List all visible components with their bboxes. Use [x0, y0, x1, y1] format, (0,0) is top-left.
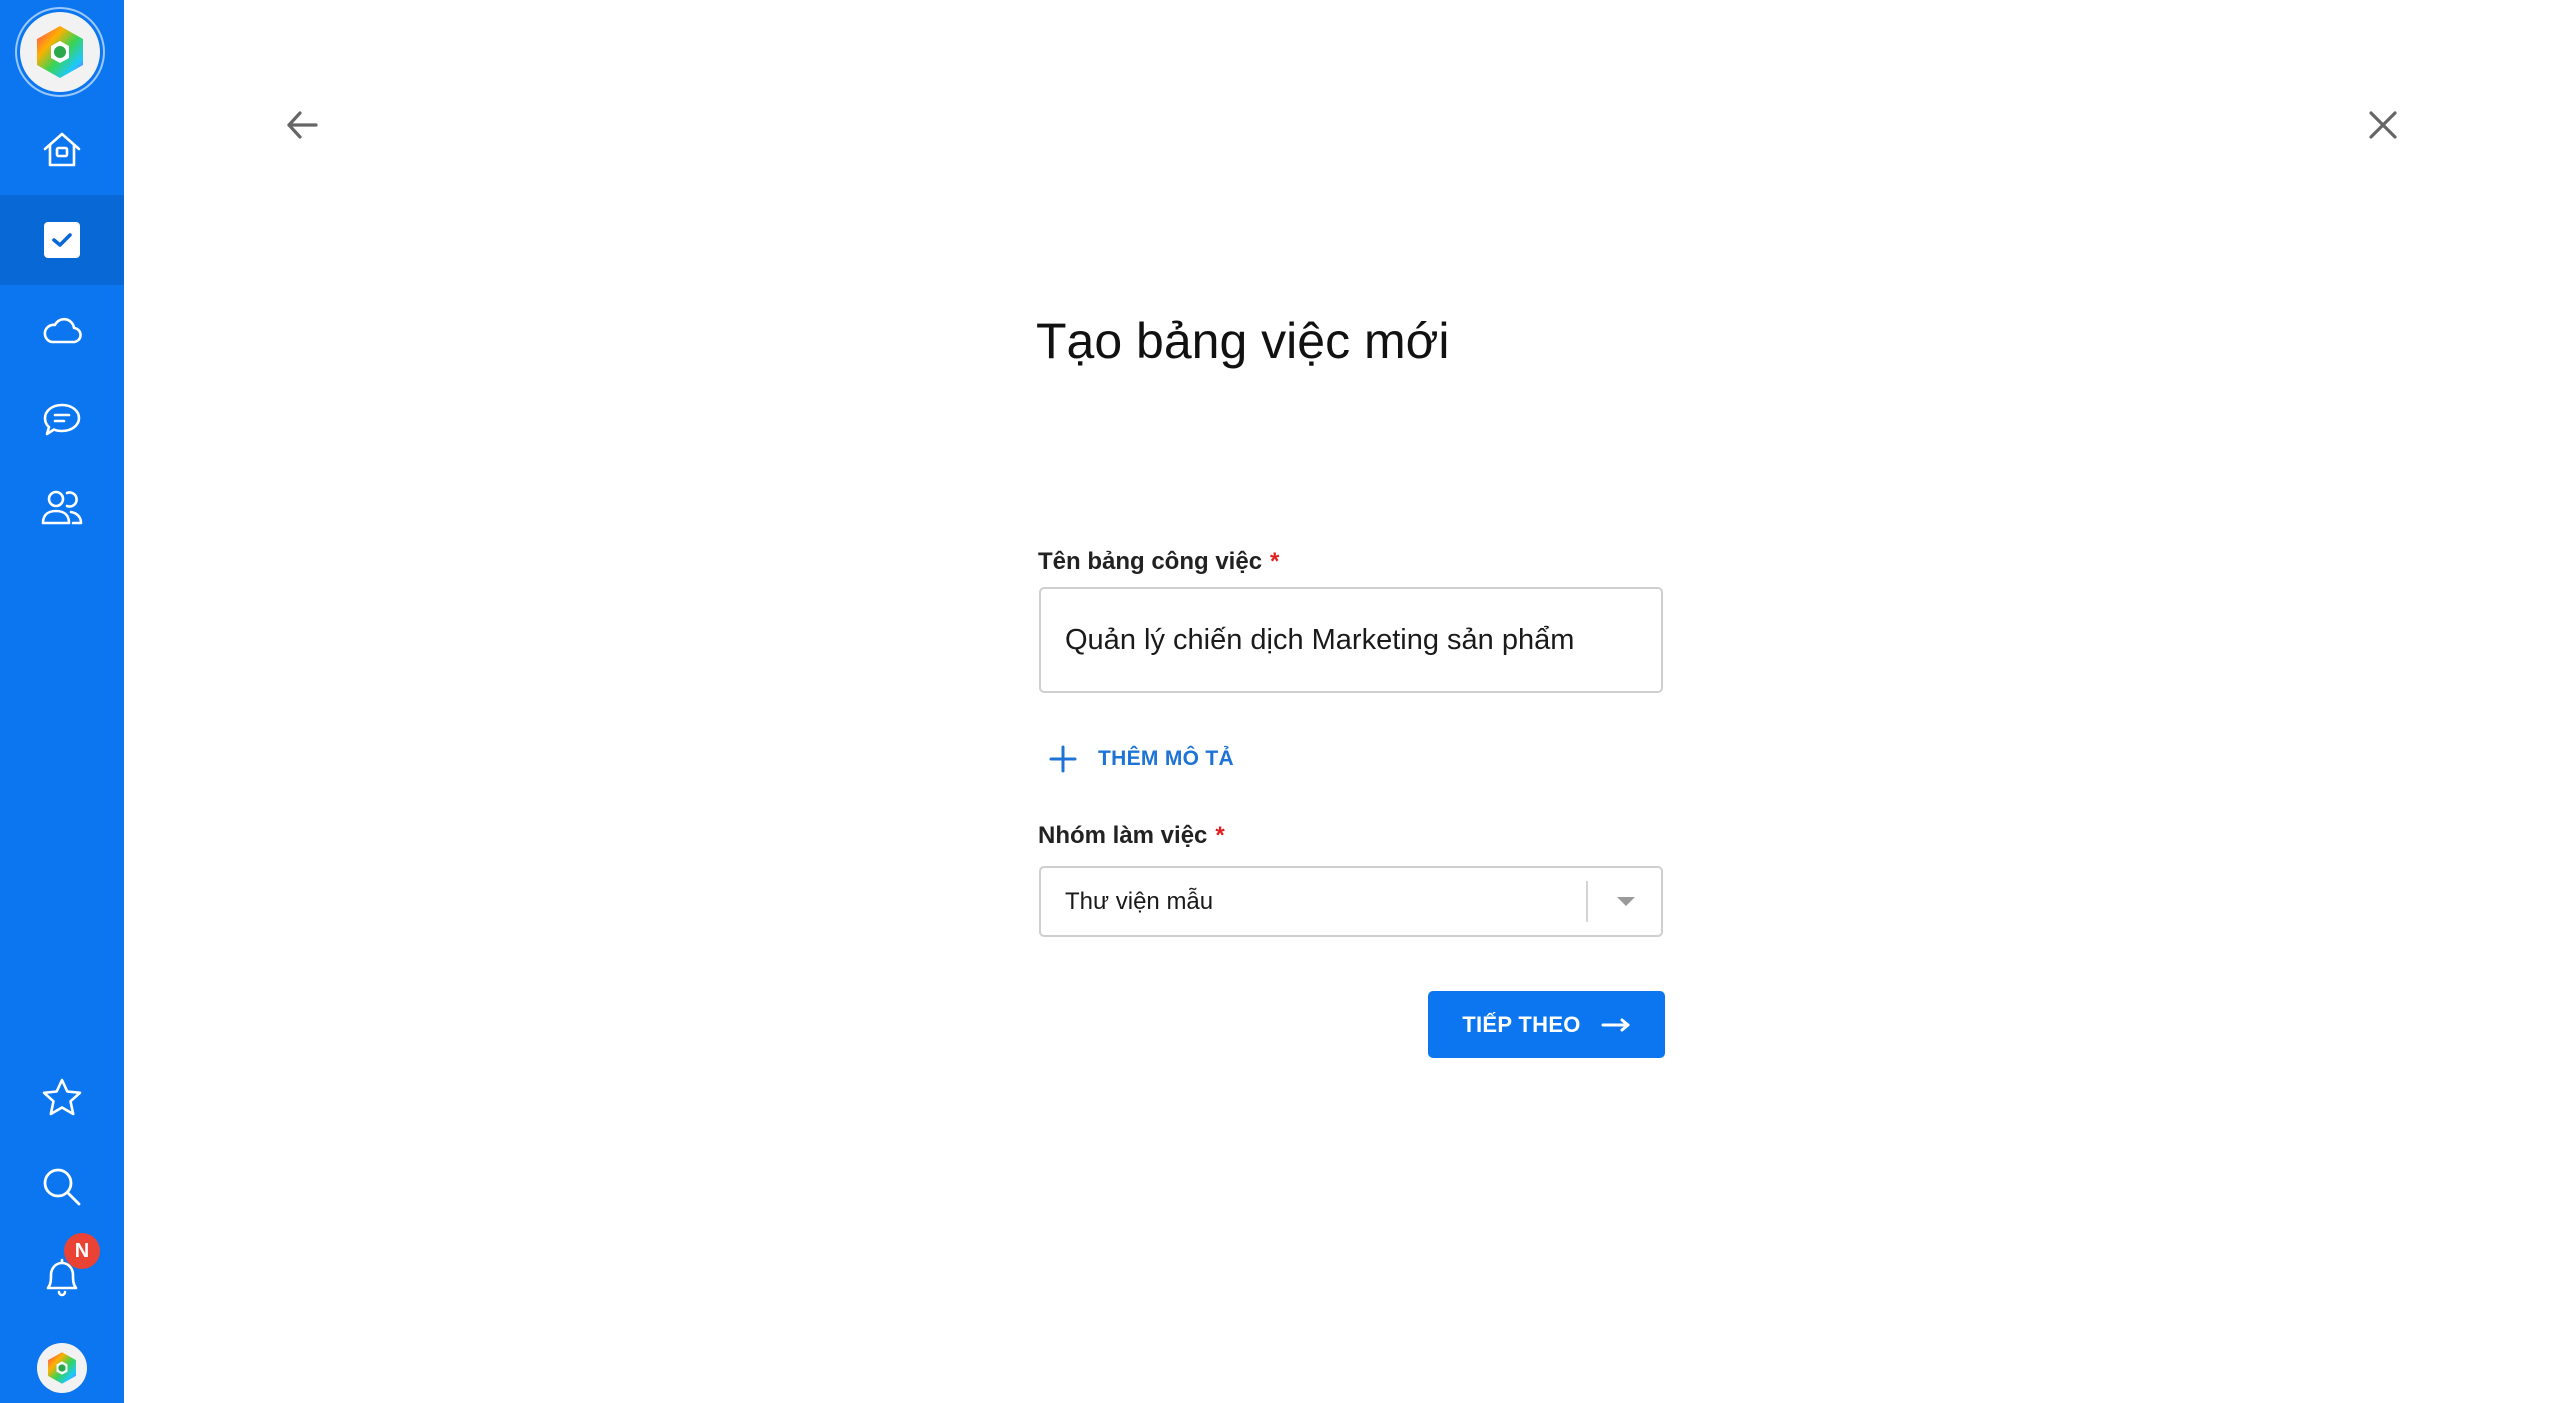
- app-logo[interactable]: [20, 12, 100, 92]
- chevron-down-icon[interactable]: [1617, 897, 1635, 906]
- add-description-button[interactable]: THÊM MÔ TẢ: [1044, 738, 1234, 780]
- search-icon: [43, 1168, 81, 1206]
- star-icon: [42, 1078, 82, 1116]
- avatar[interactable]: [37, 1343, 87, 1393]
- board-name-input[interactable]: [1039, 587, 1663, 693]
- sidebar-item-cloud[interactable]: [0, 285, 124, 375]
- required-mark: *: [1215, 822, 1225, 849]
- sidebar-item-chat[interactable]: [0, 375, 124, 465]
- workgroup-select[interactable]: Thư viện mẫu: [1039, 866, 1663, 937]
- home-icon: [43, 132, 81, 167]
- sidebar-item-contacts[interactable]: [0, 463, 124, 553]
- sidebar-item-notifications[interactable]: [0, 1231, 124, 1321]
- close-icon: [2369, 111, 2397, 139]
- add-description-label: THÊM MÔ TẢ: [1098, 747, 1234, 770]
- sidebar: N: [0, 0, 124, 1403]
- board-name-label: Tên bảng công việc *: [1038, 548, 1279, 576]
- next-button-label: TIẾP THEO: [1462, 1011, 1581, 1037]
- app-logo-icon: [37, 26, 83, 78]
- workgroup-label-text: Nhóm làm việc: [1038, 822, 1208, 849]
- sidebar-item-search[interactable]: [0, 1142, 124, 1232]
- sidebar-item-home[interactable]: [0, 105, 124, 195]
- next-button[interactable]: TIẾP THEO: [1428, 991, 1665, 1058]
- close-button[interactable]: [2361, 103, 2405, 147]
- plus-icon: [1049, 745, 1077, 773]
- arrow-left-icon: [287, 111, 318, 139]
- workgroup-selected-value: Thư viện mẫu: [1065, 888, 1214, 915]
- task-checkbox-icon: [44, 222, 80, 258]
- board-name-label-text: Tên bảng công việc: [1038, 548, 1263, 575]
- select-divider: [1586, 881, 1588, 922]
- cloud-icon: [43, 317, 82, 344]
- notification-badge: N: [64, 1233, 100, 1269]
- back-button[interactable]: [280, 103, 324, 147]
- arrow-right-icon: [1601, 1018, 1630, 1031]
- avatar-logo-icon: [48, 1352, 76, 1384]
- sidebar-item-tasks[interactable]: [0, 195, 124, 285]
- sidebar-item-favorites[interactable]: [0, 1053, 124, 1143]
- chat-icon: [43, 403, 81, 436]
- users-icon: [41, 490, 83, 525]
- required-mark: *: [1270, 548, 1280, 575]
- page-title: Tạo bảng việc mới: [1036, 313, 1450, 369]
- workgroup-label: Nhóm làm việc *: [1038, 822, 1225, 850]
